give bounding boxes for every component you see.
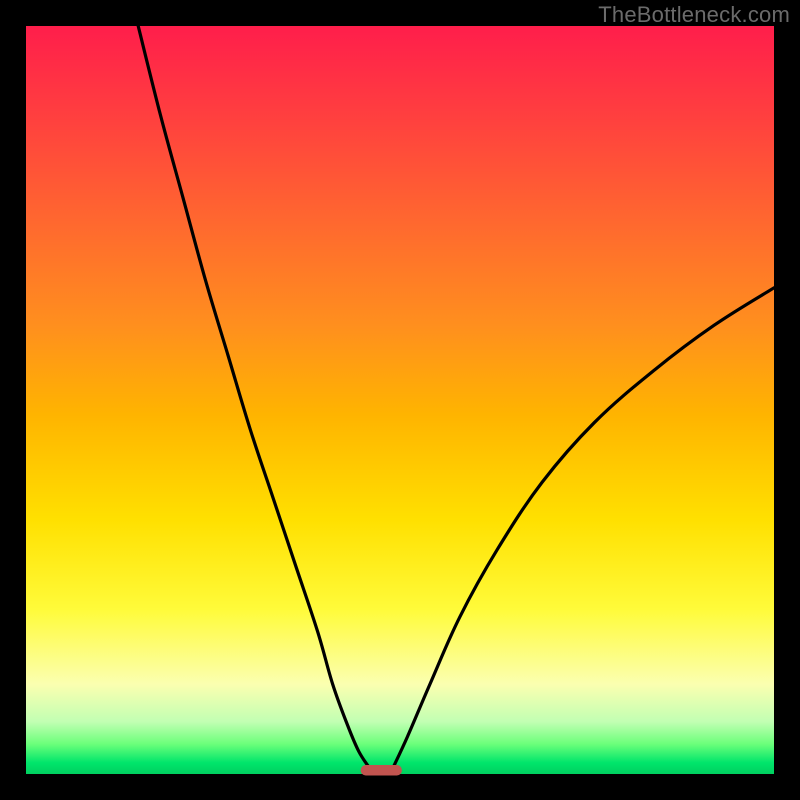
curve-right-branch [393,288,774,769]
chart-svg [26,26,774,774]
watermark-text: TheBottleneck.com [598,2,790,28]
chart-frame: TheBottleneck.com [0,0,800,800]
minimum-marker [361,765,402,775]
plot-area [26,26,774,774]
curve-left-branch [138,26,370,769]
